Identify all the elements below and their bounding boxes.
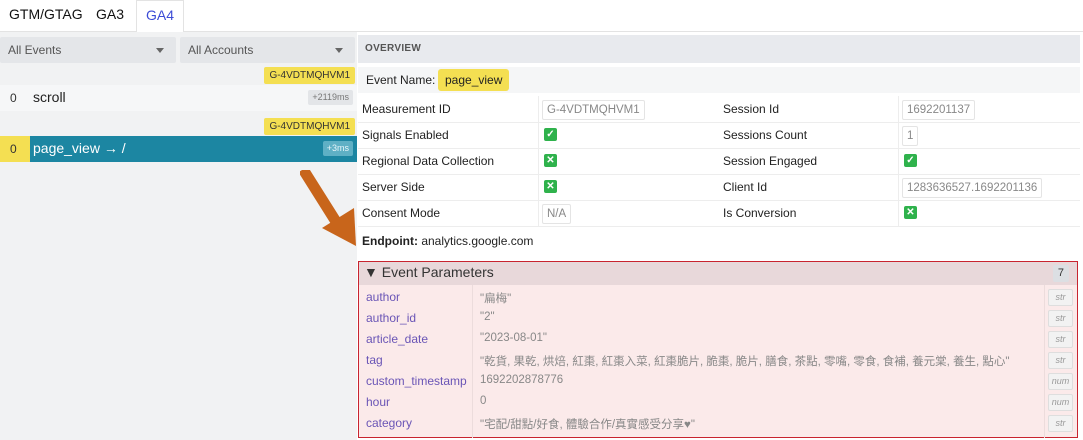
parameter-row: author_id "2" str: [359, 308, 1077, 329]
parameter-row: category "宅配/甜點/好食, 體驗合作/真實感受分享♥" str: [359, 413, 1077, 434]
parameter-value: "宅配/甜點/好食, 體驗合作/真實感受分享♥": [480, 419, 695, 431]
parameter-count-badge: 7: [1052, 265, 1069, 282]
event-parameters-toggle[interactable]: ▼ Event Parameters 7: [359, 262, 1077, 285]
field-label: Client Id: [723, 180, 768, 194]
check-icon: ✓: [544, 128, 557, 141]
sessions-count-value: 1: [902, 126, 919, 146]
client-id-value: 1283636527.1692201136: [902, 178, 1043, 198]
field-label: Session Engaged: [723, 154, 818, 168]
endpoint-label: Endpoint:: [362, 234, 418, 248]
accounts-filter-label: All Accounts: [188, 43, 254, 57]
parameter-value: "扁梅": [480, 293, 512, 305]
cross-icon: ✕: [904, 206, 917, 219]
event-name-label: Event Name:: [366, 73, 436, 87]
parameter-type-badge: num: [1048, 373, 1073, 390]
overview-row: Server Side ✕ Client Id 1283636527.16922…: [358, 174, 1080, 201]
overview-row: Consent Mode N/A Is Conversion ✕: [358, 200, 1080, 227]
parameter-type-badge: num: [1048, 394, 1073, 411]
session-id-value: 1692201137: [902, 100, 976, 120]
endpoint-line: Endpoint: analytics.google.com: [362, 234, 533, 248]
chevron-down-icon: [335, 48, 343, 53]
parameter-value: "乾貨, 果乾, 烘焙, 紅棗, 紅棗入菜, 紅棗脆片, 脆棗, 脆片, 膳食,…: [480, 356, 1010, 368]
parameter-row: hour 0 num: [359, 392, 1077, 413]
field-label: Consent Mode: [362, 206, 441, 220]
field-label: Regional Data Collection: [362, 154, 495, 168]
parameter-type-badge: str: [1048, 415, 1073, 432]
parameter-key: category: [366, 416, 413, 430]
check-icon: ✓: [904, 154, 917, 167]
parameter-key: article_date: [366, 332, 429, 346]
event-index: 0: [10, 142, 17, 156]
tab-gtm-gtag[interactable]: GTM/GTAG: [0, 0, 92, 31]
parameter-key: author: [366, 290, 401, 304]
parameter-row: article_date "2023-08-01" str: [359, 329, 1077, 350]
parameter-key: hour: [366, 395, 391, 409]
parameter-type-badge: str: [1048, 352, 1073, 369]
event-time-badge: +2119ms: [308, 90, 353, 105]
event-row-page-view[interactable]: 0 page_view → / +3ms: [0, 136, 357, 162]
chevron-down-icon: [156, 48, 164, 53]
tab-ga3[interactable]: GA3: [87, 0, 133, 31]
events-filter-select[interactable]: All Events: [0, 37, 176, 63]
parameter-value: 1692202878776: [480, 374, 564, 386]
overview-row: Measurement ID G-4VDTMQHVM1 Session Id 1…: [358, 96, 1080, 123]
cross-icon: ✕: [544, 180, 557, 193]
field-label: Measurement ID: [362, 102, 451, 116]
event-name-value: page_view: [438, 69, 510, 91]
measurement-id-value: G-4VDTMQHVM1: [542, 100, 645, 120]
field-label: Is Conversion: [723, 206, 797, 220]
overview-pane: OVERVIEW Event Name: page_view Measureme…: [358, 32, 1083, 440]
event-name: scroll: [33, 89, 66, 105]
tab-ga4[interactable]: GA4: [136, 0, 185, 33]
overview-header: OVERVIEW: [358, 35, 1080, 63]
event-parameters-panel: ▼ Event Parameters 7 author "扁梅" str aut…: [358, 261, 1078, 438]
tracking-id-badge: G-4VDTMQHVM1: [264, 118, 355, 135]
parameter-key: custom_timestamp: [366, 374, 467, 388]
annotation-arrow-icon: [300, 170, 356, 246]
parameter-type-badge: str: [1048, 289, 1073, 306]
field-label: Session Id: [723, 102, 780, 116]
event-row-scroll[interactable]: 0 scroll +2119ms: [0, 85, 357, 111]
parameter-value: "2": [480, 311, 495, 323]
events-filter-label: All Events: [8, 43, 62, 57]
endpoint-value: analytics.google.com: [421, 234, 534, 248]
field-label: Sessions Count: [723, 128, 808, 142]
parameter-key: author_id: [366, 311, 417, 325]
parameter-key: tag: [366, 353, 383, 367]
parameter-value: 0: [480, 395, 487, 407]
field-label: Server Side: [362, 180, 425, 194]
consent-mode-value: N/A: [542, 204, 572, 224]
parameter-row: author "扁梅" str: [359, 287, 1077, 308]
parameter-type-badge: str: [1048, 331, 1073, 348]
event-parameters-title: ▼ Event Parameters: [364, 264, 494, 280]
parameter-row: tag "乾貨, 果乾, 烘焙, 紅棗, 紅棗入菜, 紅棗脆片, 脆棗, 脆片,…: [359, 350, 1077, 371]
event-time-badge: +3ms: [322, 141, 353, 156]
parameter-type-badge: str: [1048, 310, 1073, 327]
tracking-id-badge: G-4VDTMQHVM1: [264, 67, 355, 84]
overview-row: Signals Enabled ✓ Sessions Count 1: [358, 122, 1080, 149]
event-name: page_view → /: [33, 140, 126, 156]
event-name-row: Event Name: page_view: [358, 67, 1080, 93]
tab-bar: GTM/GTAG GA3 GA4: [0, 0, 1083, 33]
accounts-filter-select[interactable]: All Accounts: [180, 37, 355, 63]
event-index: 0: [10, 91, 17, 105]
cross-icon: ✕: [544, 154, 557, 167]
overview-row: Regional Data Collection ✕ Session Engag…: [358, 148, 1080, 175]
field-label: Signals Enabled: [362, 128, 449, 142]
parameter-row: custom_timestamp 1692202878776 num: [359, 371, 1077, 392]
parameter-value: "2023-08-01": [480, 332, 547, 344]
